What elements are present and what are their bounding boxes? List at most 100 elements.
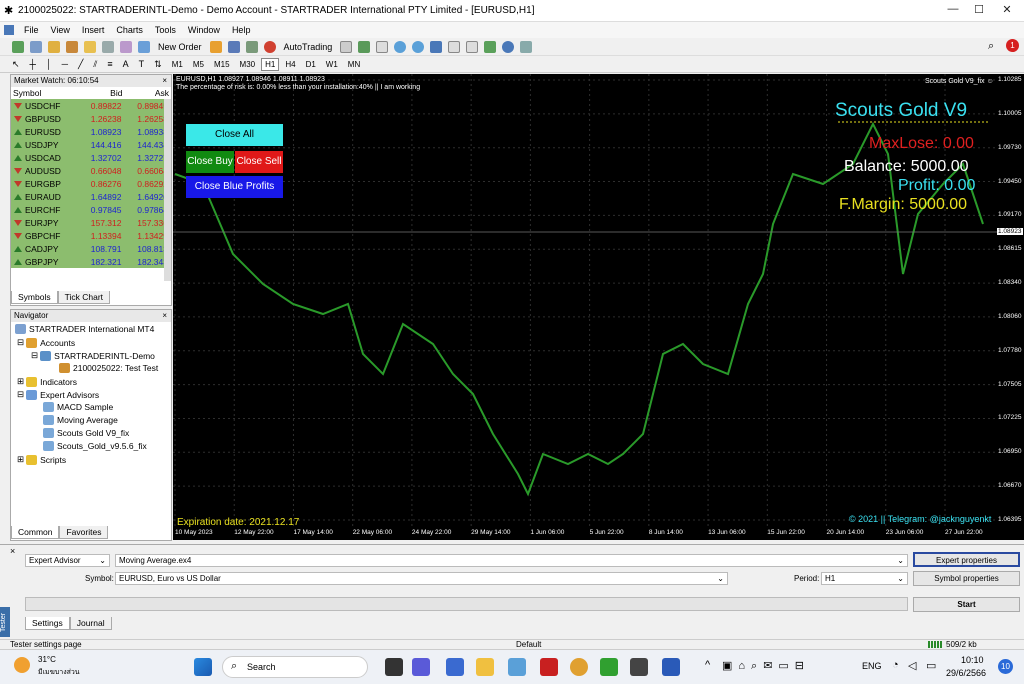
tf-h4[interactable]: H4 (281, 58, 299, 71)
col-bid[interactable]: Bid (77, 87, 125, 99)
col-ask[interactable]: Ask (124, 87, 171, 99)
periods-icon[interactable] (502, 40, 515, 53)
zoom-in-icon[interactable] (394, 40, 407, 53)
fibo-icon[interactable]: ≡ (105, 58, 114, 70)
label-icon[interactable]: T (137, 58, 147, 70)
tab-settings[interactable]: Settings (25, 617, 70, 630)
text-icon[interactable]: A (121, 58, 131, 70)
clock-date[interactable]: 29/6/2566 (946, 668, 986, 678)
nav-expert-item[interactable]: MACD Sample (43, 402, 113, 412)
market-watch-row[interactable]: GBPCHF 1.13394 1.13429 (11, 229, 171, 242)
volume-icon[interactable]: ◁ (908, 659, 916, 672)
close-button[interactable]: ✕ (994, 3, 1020, 19)
metaeditor-icon[interactable] (209, 40, 222, 53)
tf-m30[interactable]: M30 (236, 58, 260, 71)
symbol-select[interactable]: EURUSD, Euro vs US Dollar ⌄ (115, 572, 728, 585)
col-symbol[interactable]: Symbol (11, 87, 78, 99)
trendline-icon[interactable]: ╱ (76, 58, 85, 71)
menu-charts[interactable]: Charts (116, 25, 143, 35)
menu-tools[interactable]: Tools (155, 25, 176, 35)
navigator-close-icon[interactable]: × (162, 310, 167, 322)
tab-favorites[interactable]: Favorites (59, 526, 109, 539)
tf-m1[interactable]: M1 (168, 58, 187, 71)
nav-expert-item[interactable]: Scouts Gold V9_fix (43, 428, 129, 438)
mt4-icon[interactable] (630, 658, 648, 676)
templates-icon[interactable] (520, 40, 533, 53)
market-watch-icon[interactable] (48, 40, 60, 53)
market-watch-row[interactable]: USDCAD 1.32702 1.32727 (11, 151, 171, 164)
autotrading-button[interactable]: AutoTrading (282, 41, 335, 53)
word-icon[interactable] (662, 658, 680, 676)
menu-file[interactable]: File (24, 25, 39, 35)
monitor-icon[interactable] (508, 658, 526, 676)
autotrading-icon[interactable] (263, 40, 276, 53)
menu-window[interactable]: Window (188, 25, 220, 35)
battery-icon[interactable]: ▭ (926, 659, 936, 672)
new-order-button[interactable]: New Order (156, 41, 204, 53)
close-all-button[interactable]: Close All (186, 124, 283, 146)
menu-view[interactable]: View (51, 25, 70, 35)
autoscroll-icon[interactable] (466, 40, 479, 53)
start-icon[interactable] (194, 658, 212, 676)
new-order-icon[interactable] (138, 40, 150, 53)
data-window-icon[interactable] (66, 40, 78, 53)
profiles-icon[interactable] (30, 40, 42, 53)
nav-experts[interactable]: ⊟ Expert Advisors (17, 389, 99, 400)
market-watch-row[interactable]: USDJPY 144.416 144.434 (11, 138, 171, 151)
notification-badge[interactable]: 10 (998, 659, 1013, 674)
tf-m15[interactable]: M15 (210, 58, 234, 71)
search-icon[interactable]: ⌕ (988, 40, 994, 53)
tf-h1[interactable]: H1 (261, 57, 280, 71)
menu-help[interactable]: Help (232, 25, 251, 35)
expert-properties-button[interactable]: Expert properties (913, 552, 1020, 567)
channel-icon[interactable]: ⫽ (91, 58, 99, 71)
close-buy-button[interactable]: Close Buy (186, 151, 234, 173)
market-watch-row[interactable]: EURCHF 0.97845 0.97864 (11, 203, 171, 216)
tab-journal[interactable]: Journal (69, 617, 112, 630)
vertical-line-icon[interactable]: │ (44, 58, 54, 70)
menu-insert[interactable]: Insert (82, 25, 105, 35)
tile-windows-icon[interactable] (430, 40, 443, 53)
nav-accounts[interactable]: ⊟ Accounts (17, 337, 75, 348)
signals-icon[interactable] (227, 40, 240, 53)
close-sell-button[interactable]: Close Sell (235, 151, 283, 173)
market-watch-close-icon[interactable]: × (162, 75, 167, 87)
market-watch-row[interactable]: EURGBP 0.86276 0.86292 (11, 177, 171, 190)
market-watch-row[interactable]: GBPUSD 1.26238 1.26258 (11, 112, 171, 125)
terminal-icon[interactable] (102, 40, 114, 53)
store-icon[interactable] (446, 658, 464, 676)
tray-chevron-icon[interactable]: ^ (705, 659, 710, 671)
language-indicator[interactable]: ENG (862, 661, 882, 671)
wifi-icon[interactable]: ◔ (892, 659, 899, 671)
app-green-icon[interactable] (600, 658, 618, 676)
period-select[interactable]: H1 ⌄ (821, 572, 908, 585)
line-chart-icon[interactable] (376, 40, 389, 53)
market-watch-scrollbar[interactable] (164, 99, 171, 281)
symbol-properties-button[interactable]: Symbol properties (913, 571, 1020, 586)
tf-mn[interactable]: MN (344, 58, 364, 71)
crosshair-icon[interactable]: ┼ (28, 58, 38, 70)
tf-m5[interactable]: M5 (189, 58, 208, 71)
start-button[interactable]: Start (913, 597, 1020, 612)
nav-root[interactable]: STARTRADER International MT4 (15, 324, 154, 334)
zoom-icon[interactable] (412, 658, 430, 676)
nav-scripts[interactable]: ⊞ Scripts (17, 454, 66, 465)
market-watch-row[interactable]: CADJPY 108.791 108.813 (11, 242, 171, 255)
nav-account[interactable]: 2100025022: Test Test (59, 363, 158, 373)
expert-select[interactable]: Moving Average.ex4 ⌄ (115, 554, 908, 567)
mode-select[interactable]: Expert Advisor ⌄ (25, 554, 110, 567)
folder-icon[interactable] (476, 658, 494, 676)
market-watch-row[interactable]: GBPJPY 182.321 182.343 (11, 255, 171, 268)
minimize-button[interactable]: — (940, 3, 966, 19)
market-watch-row[interactable]: EURUSD 1.08923 1.08938 (11, 125, 171, 138)
nav-server[interactable]: ⊟ STARTRADERINTL-Demo (31, 350, 155, 361)
maximize-button[interactable]: ☐ (966, 3, 992, 19)
weather-icon[interactable] (14, 657, 30, 673)
market-watch-row[interactable]: AUDUSD 0.66048 0.66064 (11, 164, 171, 177)
tab-symbols[interactable]: Symbols (11, 291, 58, 304)
navigator-icon[interactable] (84, 40, 96, 53)
search-box[interactable]: ⌕ Search (222, 656, 368, 678)
tab-common[interactable]: Common (11, 526, 60, 539)
app-red-icon[interactable] (540, 658, 558, 676)
nav-expert-item[interactable]: Scouts_Gold_v9.5.6_fix (43, 441, 147, 451)
